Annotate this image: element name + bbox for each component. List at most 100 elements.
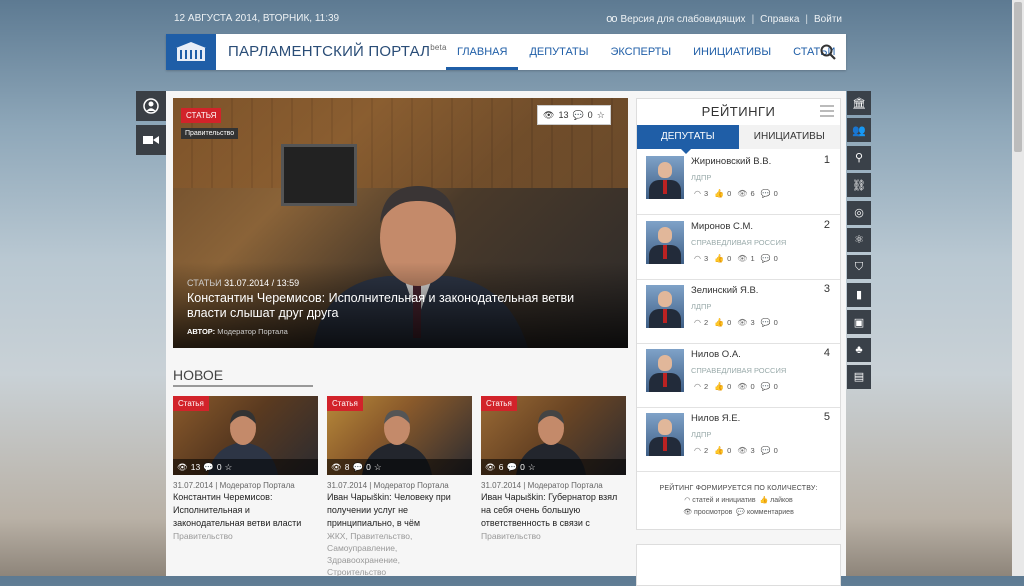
secondary-panel [636,544,841,586]
profile-button[interactable] [136,91,166,121]
news-card-title[interactable]: Иван Чарыškin: Человеку при получении ус… [327,491,472,530]
login-link[interactable]: Войти [814,14,842,25]
deputy-name[interactable]: Нилов Я.Е. [691,413,740,424]
tags-button[interactable]: ⛓ [847,173,871,198]
accessibility-link[interactable]: oo Версия для слабовидящих [606,13,745,25]
rating-row[interactable]: Миронов С.М. 2 СПРАВЕДЛИВАЯ РОССИЯ ◠ 3 👍 0 👁 1 💬 0 [637,215,840,280]
deputy-photo[interactable] [646,413,684,456]
science-button[interactable]: ⚛ [847,227,871,252]
news-card[interactable]: Статья 👁 6 💬 0 ☆ 31.07.2014 | Модератор Порт… [481,396,626,542]
institutions-button[interactable]: 🏛 [847,91,871,115]
deputy-photo[interactable] [646,156,684,199]
like-icon: 👍 [714,446,725,455]
video-button[interactable] [136,125,166,155]
right-toolbar: 🏛 👥 ⚲ ⛓ ◎ ⚛ ⛉ ▮ ▣ ♣ ▤ [847,91,871,392]
news-card-category: ЖКХ, Правительство, Самоуправление, Здра… [327,530,472,578]
news-card-tag[interactable]: Статья [173,396,209,411]
news-card-image[interactable]: Статья 👁 6 💬 0 ☆ [481,396,626,475]
news-card-category[interactable]: Правительство [481,530,626,542]
scrollbar-thumb[interactable] [1014,2,1022,152]
rating-row[interactable]: Нилов Я.Е. 5 ЛДПР ◠ 2 👍 0 👁 3 💬 0 [637,407,840,472]
left-toolbar [136,91,166,159]
news-card[interactable]: Статья 👁 8 💬 0 ☆ 31.07.2014 | Модератор Порт… [327,396,472,578]
logo[interactable] [166,34,216,70]
location-button[interactable]: ⚲ [847,145,871,170]
deputy-name[interactable]: Миронов С.М. [691,221,753,232]
star-icon[interactable]: ☆ [528,462,536,473]
hero-article[interactable]: СТАТЬЯ Правительство 👁 13 💬 0 ☆ СТАТЬИ 3… [173,98,628,348]
menu-item-experts[interactable]: ЭКСПЕРТЫ [599,34,682,70]
people-button[interactable]: 👥 [847,118,871,143]
news-card-title[interactable]: Константин Черемисов: Исполнительная и з… [173,491,318,530]
help-link[interactable]: Справка [760,14,799,25]
category-link[interactable]: ЖКХ, [327,531,348,541]
eye-icon: 👁 [737,254,748,263]
photo-tie [663,245,667,259]
eye-icon: 👁 [177,461,188,472]
menu-item-articles[interactable]: СТАТЬИ [782,34,846,70]
views-count: 6 [498,462,504,472]
deputy-photo[interactable] [646,285,684,328]
rating-row[interactable]: Нилов О.А. 4 СПРАВЕДЛИВАЯ РОССИЯ ◠ 2 👍 0 👁 0 💬 0 [637,343,840,408]
news-card-image[interactable]: Статья 👁 13 💬 0 ☆ [173,396,318,475]
star-icon[interactable]: ☆ [597,110,605,121]
discussion-button[interactable]: ▤ [847,364,871,389]
deputy-party: СПРАВЕДЛИВАЯ РОССИЯ [691,238,787,247]
comment-icon: 💬 [736,509,745,516]
ecology-button[interactable]: ♣ [847,337,871,362]
accessibility-label: Версия для слабовидящих [620,14,746,25]
news-card-meta: 31.07.2014 | Модератор Портала [173,481,295,490]
deputy-name[interactable]: Жириновский В.В. [691,156,771,167]
news-card-stats: 👁 13 💬 0 ☆ [173,459,318,475]
rank-number: 5 [823,411,830,423]
globe-button[interactable]: ◎ [847,200,871,225]
rss-icon: ◠ [694,318,701,327]
author-name[interactable]: Модератор Портала [217,327,287,336]
deputy-name[interactable]: Нилов О.А. [691,349,741,360]
comment-icon: 💬 [572,109,584,120]
menu-item-initiatives[interactable]: ИНИЦИАТИВЫ [682,34,782,70]
news-card-image[interactable]: Статья 👁 8 💬 0 ☆ [327,396,472,475]
menu-icon[interactable] [820,105,834,117]
rating-row[interactable]: Зелинский Я.В. 3 ЛДПР ◠ 2 👍 0 👁 3 💬 0 [637,279,840,344]
news-card-tag[interactable]: Статья [481,396,517,411]
deputy-photo[interactable] [646,349,684,392]
main-navbar: ПАРЛАМЕНТСКИЙ ПОРТАЛbeta ГЛАВНАЯ ДЕПУТАТ… [166,34,846,70]
views-count: 13 [558,110,569,120]
comment-icon: 💬 [760,382,771,391]
economy-button[interactable]: ▮ [847,282,871,307]
tab-deputies[interactable]: ДЕПУТАТЫ [637,125,739,154]
site-title[interactable]: ПАРЛАМЕНТСКИЙ ПОРТАЛbeta [228,43,447,60]
security-button[interactable]: ⛉ [847,255,871,280]
comments-count: 0 [587,110,593,120]
page-scrollbar[interactable] [1012,0,1024,576]
hero-subtag[interactable]: Правительство [181,128,239,139]
hero-title[interactable]: Константин Черемисов: Исполнительная и з… [187,291,587,321]
eye-icon: 👁 [485,461,496,472]
hero-tag[interactable]: СТАТЬЯ [181,108,222,123]
views-count: 0 [750,382,755,391]
menu-item-home[interactable]: ГЛАВНАЯ [446,34,519,70]
star-icon[interactable]: ☆ [225,462,233,473]
people-icon: 👥 [852,124,866,137]
category-link[interactable]: Здравоохранение, [327,555,400,565]
category-link[interactable]: Самоуправление, [327,543,397,553]
articles-count: 3 [703,254,709,263]
eye-icon: 👁 [543,109,555,120]
eye-icon: 👁 [331,461,342,472]
search-icon[interactable] [820,44,836,60]
news-card-tag[interactable]: Статья [327,396,363,411]
category-link[interactable]: Правительство, [350,531,412,541]
rating-row[interactable]: Жириновский В.В. 1 ЛДПР ◠ 3 👍 0 👁 6 💬 0 [637,150,840,215]
deputy-photo[interactable] [646,221,684,264]
news-card-title[interactable]: Иван Чарыškin: Губернатор взял на себя о… [481,491,626,530]
deputy-name[interactable]: Зелинский Я.В. [691,285,758,296]
beta-badge: beta [430,43,447,52]
star-icon[interactable]: ☆ [374,462,382,473]
news-card[interactable]: Статья 👁 13 💬 0 ☆ 31.07.2014 | Модератор Пор… [173,396,318,542]
menu-item-deputies[interactable]: ДЕПУТАТЫ [518,34,599,70]
tab-initiatives[interactable]: ИНИЦИАТИВЫ [738,125,840,149]
news-card-category[interactable]: Правительство [173,530,318,542]
business-button[interactable]: ▣ [847,310,871,335]
atom-icon: ⚛ [854,234,864,247]
